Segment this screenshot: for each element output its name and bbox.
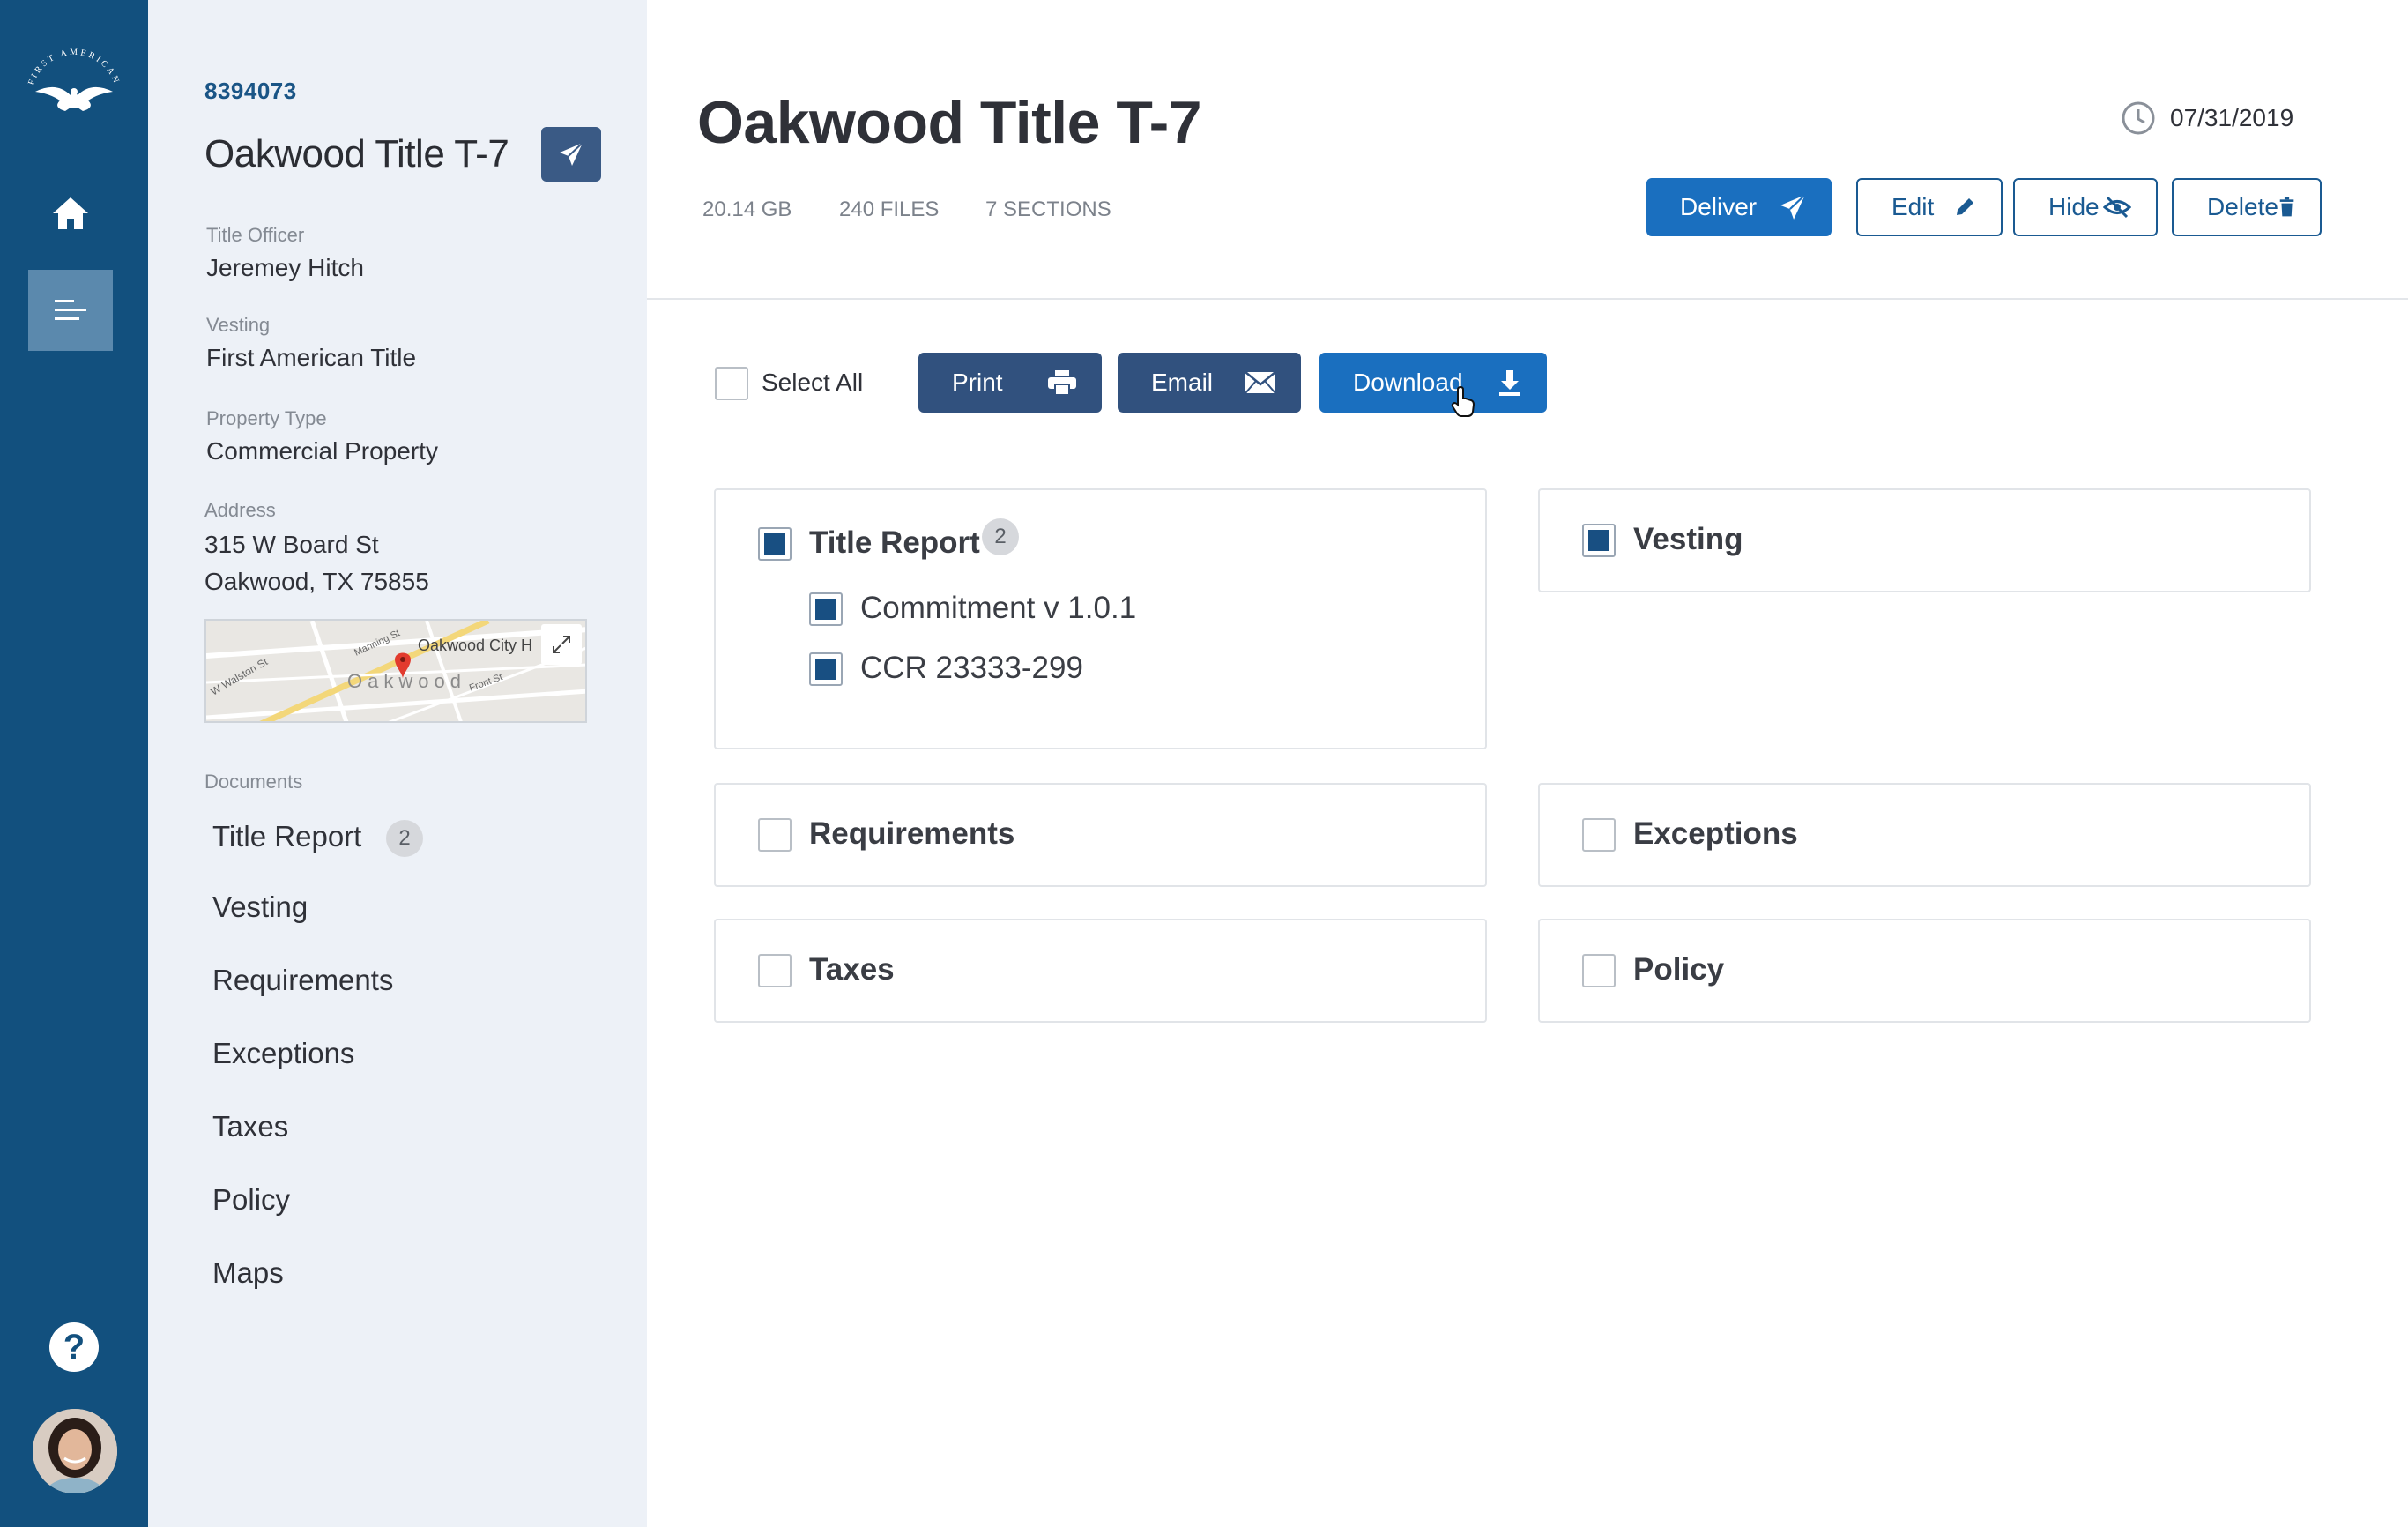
deliver-label: Deliver — [1680, 193, 1758, 220]
download-button[interactable]: Download — [1319, 353, 1547, 413]
sidebar-title: Oakwood Title T-7 — [204, 132, 509, 175]
download-icon — [1499, 370, 1520, 396]
sidebar-item-taxes[interactable]: Taxes — [212, 1110, 288, 1143]
sidebar-item-title-report[interactable]: Title Report — [212, 820, 361, 853]
map-place-label: Oakwood City H — [418, 637, 532, 654]
location-map[interactable]: W Walston St Manning St Front St Oakwood… — [204, 619, 587, 723]
paper-plane-icon — [560, 142, 583, 166]
commitment-label: Commitment v 1.0.1 — [860, 591, 1137, 625]
vesting-section-label: Vesting — [1633, 522, 1743, 556]
file-count: 240 FILES — [839, 197, 940, 221]
detail-sidebar: 8394073 Oakwood Title T-7 Title Officer … — [148, 0, 647, 1527]
nav-home-button[interactable] — [28, 173, 113, 254]
map-expand-button[interactable] — [541, 624, 582, 665]
trash-icon — [2279, 197, 2294, 217]
map-town-label: Oakwood — [347, 670, 466, 692]
title-officer-value: Jeremey Hitch — [206, 254, 364, 281]
deliver-button[interactable]: Deliver — [1646, 178, 1832, 236]
taxes-section-label: Taxes — [809, 952, 895, 987]
paper-plane-icon — [1780, 194, 1806, 220]
sidebar-item-policy[interactable]: Policy — [212, 1183, 290, 1217]
edit-label: Edit — [1891, 193, 1935, 220]
download-label: Download — [1353, 369, 1463, 396]
email-label: Email — [1151, 369, 1214, 396]
list-icon — [55, 300, 86, 320]
sidebar-item-requirements[interactable]: Requirements — [212, 964, 393, 997]
hide-button[interactable]: Hide — [2013, 178, 2158, 236]
section-card-exceptions: Exceptions — [1538, 783, 2311, 887]
exceptions-checkbox[interactable] — [1582, 818, 1616, 852]
edit-button[interactable]: Edit — [1856, 178, 2003, 236]
policy-checkbox[interactable] — [1582, 954, 1616, 987]
app-rail: FIRST AMERICAN ? — [0, 0, 148, 1527]
property-type-value: Commercial Property — [206, 437, 438, 465]
documents-label: Documents — [204, 771, 303, 793]
count-badge: 2 — [386, 820, 423, 857]
section-card-title-report: Title Report 2 Commitment v 1.0.1 CCR 23… — [714, 488, 1487, 749]
section-card-policy: Policy — [1538, 919, 2311, 1023]
address-line-1: 315 W Board St — [204, 531, 379, 558]
date-display: 07/31/2019 — [2121, 101, 2293, 136]
date-value: 07/31/2019 — [2170, 104, 2294, 131]
print-button[interactable]: Print — [918, 353, 1102, 413]
logo-text: FIRST AMERICAN — [26, 48, 119, 86]
send-button[interactable] — [541, 127, 601, 182]
section-card-vesting: Vesting — [1538, 488, 2311, 592]
ccr-checkbox[interactable] — [809, 652, 843, 686]
vesting-label: Vesting — [206, 314, 271, 336]
expand-icon — [553, 636, 570, 653]
envelope-icon — [1245, 371, 1276, 394]
section-card-taxes: Taxes — [714, 919, 1487, 1023]
vesting-value: First American Title — [206, 344, 417, 371]
ccr-label: CCR 23333-299 — [860, 651, 1083, 685]
printer-icon — [1048, 370, 1076, 396]
user-avatar[interactable] — [33, 1409, 117, 1493]
section-count: 7 SECTIONS — [985, 197, 1111, 221]
sidebar-item-exceptions[interactable]: Exceptions — [212, 1037, 354, 1070]
select-all-checkbox[interactable] — [715, 367, 748, 400]
address-label: Address — [204, 499, 276, 521]
print-label: Print — [952, 369, 1003, 396]
cursor-hand-icon — [1451, 386, 1475, 417]
section-card-requirements: Requirements — [714, 783, 1487, 887]
clock-icon — [2122, 101, 2155, 135]
email-button[interactable]: Email — [1118, 353, 1301, 413]
help-icon[interactable]: ? — [49, 1322, 99, 1372]
record-id: 8394073 — [204, 78, 297, 104]
vesting-checkbox[interactable] — [1582, 524, 1616, 557]
requirements-checkbox[interactable] — [758, 818, 792, 852]
requirements-section-label: Requirements — [809, 816, 1015, 851]
commitment-checkbox[interactable] — [809, 592, 843, 626]
count-badge: 2 — [982, 518, 1019, 555]
select-all-label[interactable]: Select All — [762, 369, 863, 397]
delete-button[interactable]: Delete — [2172, 178, 2322, 236]
delete-label: Delete — [2207, 193, 2278, 220]
title-report-checkbox[interactable] — [758, 527, 792, 561]
header-divider — [647, 298, 2408, 300]
first-american-logo[interactable]: FIRST AMERICAN — [14, 42, 134, 130]
storage-size: 20.14 GB — [702, 197, 792, 221]
pencil-icon — [1957, 198, 1973, 215]
page-title: Oakwood Title T-7 — [697, 89, 1202, 156]
eye-off-icon — [2103, 196, 2131, 219]
taxes-checkbox[interactable] — [758, 954, 792, 987]
nav-documents-button[interactable] — [28, 270, 113, 351]
hide-label: Hide — [2048, 193, 2100, 220]
home-icon — [53, 197, 88, 229]
exceptions-section-label: Exceptions — [1633, 816, 1798, 851]
sidebar-item-vesting[interactable]: Vesting — [212, 890, 308, 924]
sidebar-item-maps[interactable]: Maps — [212, 1256, 284, 1290]
svg-text:FIRST AMERICAN: FIRST AMERICAN — [26, 48, 122, 86]
address-line-2: Oakwood, TX 75855 — [204, 568, 429, 595]
policy-section-label: Policy — [1633, 952, 1725, 987]
property-type-label: Property Type — [206, 407, 327, 429]
title-officer-label: Title Officer — [206, 224, 305, 246]
title-report-label: Title Report — [809, 525, 980, 560]
